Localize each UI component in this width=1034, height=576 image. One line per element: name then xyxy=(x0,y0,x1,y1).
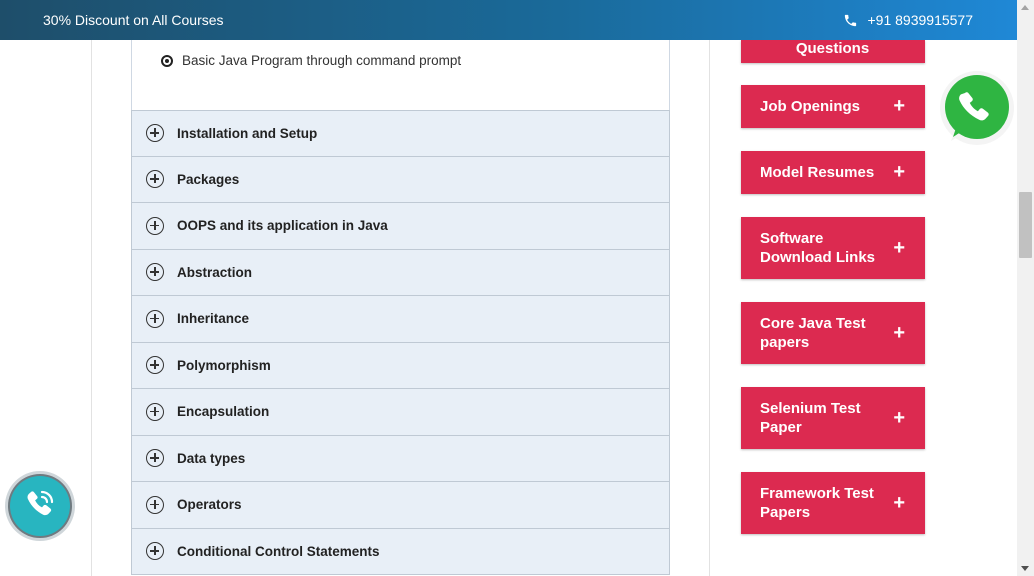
plus-circle-icon xyxy=(146,495,164,514)
plus-icon: + xyxy=(893,491,905,514)
accordion-label: Installation and Setup xyxy=(177,125,318,141)
accordion-item-data-types[interactable]: Data types xyxy=(131,435,670,482)
accordion-item-oops[interactable]: OOPS and its application in Java xyxy=(131,203,670,250)
accordion-item-conditional-control[interactable]: Conditional Control Statements xyxy=(131,528,670,575)
accordion-label: Polymorphism xyxy=(177,357,271,373)
sub-item-row[interactable]: Basic Java Program through command promp… xyxy=(161,53,461,68)
sidebar-button-label: Questions xyxy=(795,40,870,57)
sidebar-button-questions[interactable]: Questions xyxy=(741,40,925,63)
plus-circle-icon xyxy=(146,449,164,468)
sub-item-label: Basic Java Program through command promp… xyxy=(182,53,462,68)
accordion-label: Conditional Control Statements xyxy=(177,543,380,559)
sidebar-button-label: Software Download Links xyxy=(760,230,876,266)
plus-circle-icon xyxy=(146,124,164,143)
accordion-item-installation[interactable]: Installation and Setup xyxy=(131,110,670,157)
radio-bullet-icon xyxy=(161,54,173,67)
plus-circle-icon xyxy=(146,263,164,282)
accordion-item-polymorphism[interactable]: Polymorphism xyxy=(131,342,670,389)
accordion-label: Abstraction xyxy=(177,264,253,280)
plus-circle-icon xyxy=(146,170,164,189)
accordion-label: Operators xyxy=(177,497,242,513)
sidebar-button-label: Job Openings xyxy=(760,98,861,115)
accordion-label: Data types xyxy=(177,450,246,466)
expanded-section-body: Basic Java Program through command promp… xyxy=(131,40,670,111)
phone-contact[interactable]: +91 8939915577 xyxy=(843,12,974,28)
plus-icon: + xyxy=(893,321,905,344)
sidebar-button-job-openings[interactable]: Job Openings + xyxy=(741,85,925,128)
call-icon[interactable] xyxy=(4,470,76,542)
plus-circle-icon xyxy=(146,542,164,561)
plus-icon: + xyxy=(893,161,905,183)
sidebar-button-software-download[interactable]: Software Download Links + xyxy=(741,217,925,279)
accordion-item-inheritance[interactable]: Inheritance xyxy=(131,296,670,343)
accordion-label: OOPS and its application in Java xyxy=(177,218,388,234)
scroll-down-arrow-icon[interactable] xyxy=(1021,566,1029,571)
top-promo-bar: 30% Discount on All Courses +91 89399155… xyxy=(0,0,1017,40)
plus-icon: + xyxy=(893,95,905,117)
phone-icon xyxy=(844,14,856,26)
whatsapp-icon[interactable] xyxy=(937,69,1017,149)
plus-circle-icon xyxy=(146,216,164,235)
sidebar-button-selenium-test[interactable]: Selenium Test Paper + xyxy=(741,387,925,449)
plus-icon: + xyxy=(893,406,905,429)
phone-number: +91 8939915577 xyxy=(867,12,974,28)
page-scrollbar[interactable] xyxy=(1017,0,1034,576)
scroll-up-arrow-icon[interactable] xyxy=(1021,5,1029,10)
sidebar-button-label: Framework Test Papers xyxy=(760,485,874,521)
plus-icon: + xyxy=(893,236,905,259)
course-syllabus-accordion: Installation and Setup Packages OOPS and… xyxy=(131,110,670,575)
accordion-item-encapsulation[interactable]: Encapsulation xyxy=(131,389,670,436)
sidebar-button-model-resumes[interactable]: Model Resumes + xyxy=(741,151,925,194)
plus-circle-icon xyxy=(146,402,164,421)
plus-circle-icon xyxy=(146,309,164,328)
sidebar-button-label: Core Java Test papers xyxy=(760,315,866,351)
accordion-item-abstraction[interactable]: Abstraction xyxy=(131,249,670,296)
sidebar-button-label: Selenium Test Paper xyxy=(760,400,861,436)
sidebar-button-label: Model Resumes xyxy=(760,164,875,181)
accordion-label: Encapsulation xyxy=(177,404,270,420)
accordion-label: Packages xyxy=(177,171,240,187)
accordion-item-operators[interactable]: Operators xyxy=(131,482,670,529)
accordion-item-packages[interactable]: Packages xyxy=(131,156,670,203)
sidebar-button-framework-test[interactable]: Framework Test Papers + xyxy=(741,472,925,534)
sidebar-button-core-java-test[interactable]: Core Java Test papers + xyxy=(741,302,925,364)
discount-banner-text[interactable]: 30% Discount on All Courses xyxy=(43,12,224,28)
plus-circle-icon xyxy=(146,356,164,375)
accordion-label: Inheritance xyxy=(177,311,250,327)
scrollbar-thumb[interactable] xyxy=(1019,192,1032,258)
